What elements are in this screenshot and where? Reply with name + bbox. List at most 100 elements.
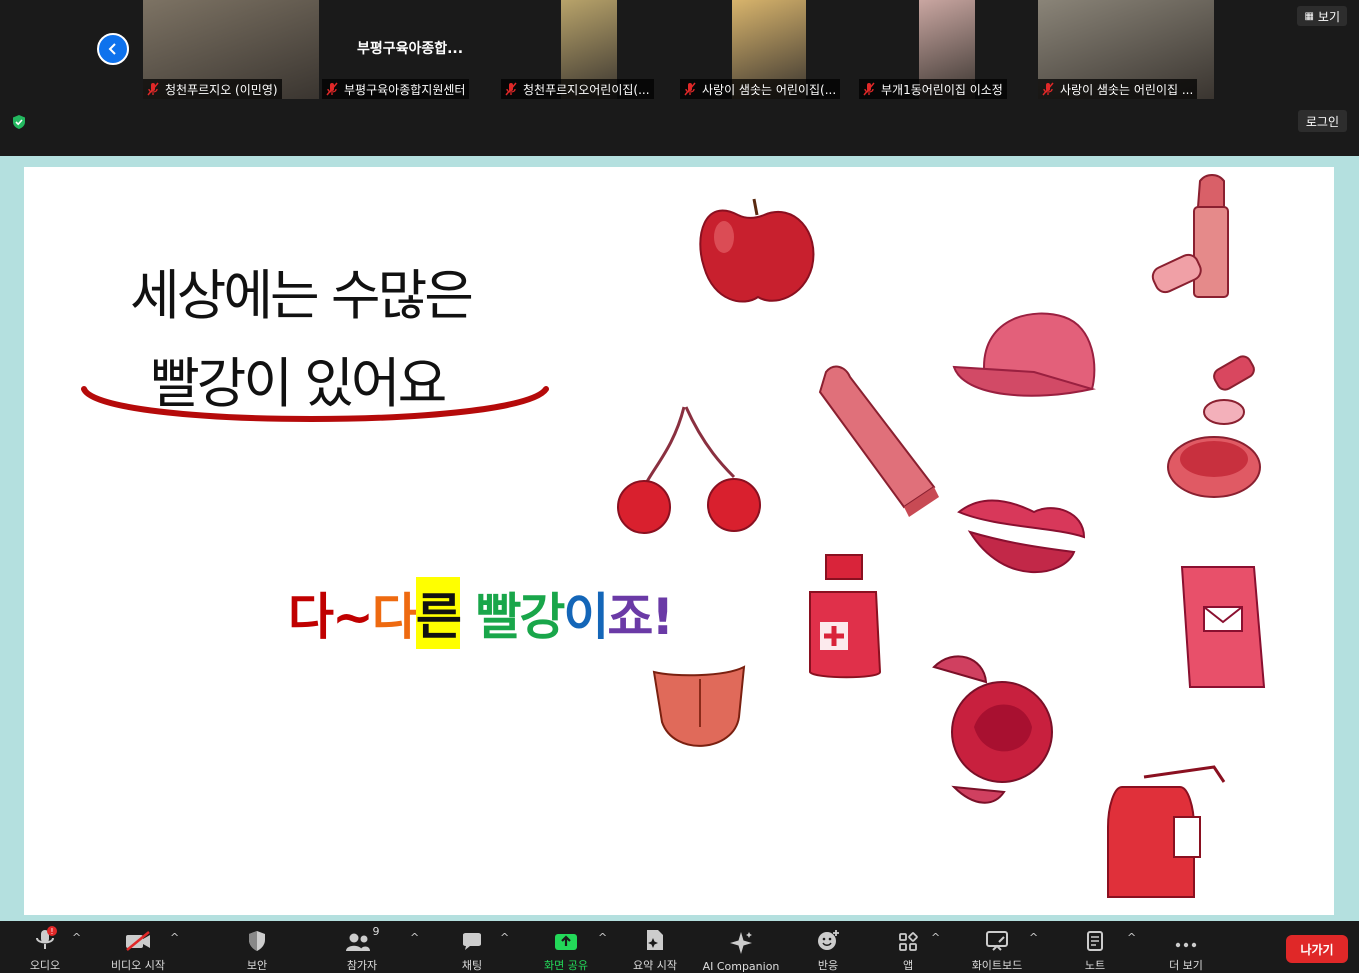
leave-button[interactable]: 나가기 xyxy=(1286,935,1348,963)
notes-button[interactable]: 노트 xyxy=(1081,921,1109,973)
share-label: 화면 공유 xyxy=(544,959,588,972)
cap-drawing xyxy=(952,312,1096,397)
view-label: 보기 xyxy=(1317,9,1340,24)
chevron-left-icon xyxy=(108,43,116,55)
rainbow-char: 이 xyxy=(563,588,609,646)
rainbow-char: 다 xyxy=(288,588,334,646)
participant-name: 청천푸르지오어린이집(... xyxy=(523,82,650,97)
mailbox-drawing xyxy=(1180,566,1266,688)
microphone-muted-icon: ! xyxy=(36,926,57,949)
apps-button[interactable]: 앱 xyxy=(895,921,921,973)
slide-title-line1: 세상에는 수많은 xyxy=(130,264,474,327)
ai-companion-label: AI Companion xyxy=(702,960,780,973)
shared-screen: 세상에는 수많은 빨강이 있어요 다~다른 빨강이죠! xyxy=(0,156,1359,921)
microphone-muted-icon xyxy=(1042,82,1054,96)
participant-nameplate: 사랑이 샘솟는 어린이집(... xyxy=(680,79,841,99)
crayon-drawing xyxy=(818,365,939,517)
audio-label: 오디오 xyxy=(29,959,61,972)
whiteboard-label: 화이트보드 xyxy=(971,959,1023,972)
participant-tile[interactable]: 청천푸르지오어린이집(... xyxy=(501,0,677,99)
video-caret-icon[interactable]: ^ xyxy=(170,931,179,944)
security-button[interactable]: 보안 xyxy=(240,921,274,973)
more-label: 더 보기 xyxy=(1169,959,1203,972)
audio-caret-icon[interactable]: ^ xyxy=(72,931,81,944)
rainbow-char: 른 xyxy=(415,577,462,649)
participants-label: 참가자 xyxy=(346,959,378,972)
microphone-muted-icon xyxy=(684,82,696,96)
participant-tile[interactable]: 부평구육아종합... 부평구육아종합지원센터 xyxy=(322,0,498,99)
participant-count: 9 xyxy=(372,925,380,938)
summary-button[interactable]: 요약 시작 xyxy=(628,921,682,973)
participant-nameplate: 청천푸르지오어린이집(... xyxy=(501,79,654,99)
red-objects-illustration xyxy=(617,174,1266,898)
rainbow-char: ~ xyxy=(332,588,374,646)
apps-label: 앱 xyxy=(902,959,914,972)
participant-center-name: 부평구육아종합... xyxy=(356,41,464,57)
chat-caret-icon[interactable]: ^ xyxy=(500,931,509,944)
notes-caret-icon[interactable]: ^ xyxy=(1127,931,1136,944)
whiteboard-button[interactable]: 화이트보드 xyxy=(964,921,1030,973)
gallery-prev-button[interactable] xyxy=(97,33,129,65)
gallery-strip: 청천푸르지오 (이민영) 부평구육아종합... 부평구육아종합지원센터 청천푸르지오어… xyxy=(0,0,1359,156)
security-label: 보안 xyxy=(246,959,268,972)
more-button[interactable]: 더 보기 xyxy=(1164,921,1208,973)
participant-nameplate: 부평구육아종합지원센터 xyxy=(322,79,470,99)
microphone-muted-icon xyxy=(326,82,338,96)
audio-button[interactable]: ! 오디오 xyxy=(26,921,64,973)
encryption-shield-icon[interactable] xyxy=(11,114,27,130)
participant-name: 청천푸르지오 (이민영) xyxy=(165,82,278,97)
compact-drawing xyxy=(1167,436,1261,498)
share-screen-button[interactable]: 화면 공유 xyxy=(538,921,594,973)
smiley-reaction-icon xyxy=(818,930,839,950)
red-underline-stroke xyxy=(81,386,549,422)
rainbow-char xyxy=(460,588,475,646)
more-dots-icon xyxy=(1175,942,1197,948)
chat-button[interactable]: 채팅 xyxy=(456,921,488,973)
rainbow-char: 강 xyxy=(519,588,565,646)
apps-grid-icon xyxy=(899,932,918,951)
participant-tile[interactable]: 부개1동어린이집 이소정 xyxy=(859,0,1035,99)
participant-nameplate: 청천푸르지오 (이민영) xyxy=(143,79,282,99)
view-button[interactable]: ▦ 보기 xyxy=(1297,6,1347,26)
svg-text:!: ! xyxy=(50,927,53,936)
video-label: 비디오 시작 xyxy=(110,959,166,972)
ai-companion-button[interactable]: AI Companion xyxy=(701,921,781,973)
cherries-drawing xyxy=(617,406,761,534)
participant-nameplate: 사랑이 샘솟는 어린이집 ... xyxy=(1038,79,1198,99)
video-off-icon xyxy=(126,931,150,951)
participant-nameplate: 부개1동어린이집 이소정 xyxy=(859,79,1007,99)
participant-tile[interactable]: 사랑이 샘솟는 어린이집(... xyxy=(680,0,856,99)
participant-tile[interactable]: 사랑이 샘솟는 어린이집 ... xyxy=(1038,0,1214,99)
sparkle-icon xyxy=(730,932,752,954)
lips-drawing xyxy=(957,499,1086,574)
participant-name: 부개1동어린이집 이소정 xyxy=(881,82,1003,97)
notes-icon xyxy=(1087,931,1103,951)
lipstick-drawing xyxy=(1151,174,1229,298)
participants-button[interactable]: 9 참가자 xyxy=(340,921,384,973)
participants-caret-icon[interactable]: ^ xyxy=(410,931,419,944)
login-button[interactable]: 로그인 xyxy=(1297,110,1347,132)
security-shield-icon xyxy=(249,931,265,951)
participant-tile[interactable]: 청천푸르지오 (이민영) xyxy=(143,0,319,99)
reactions-label: 반응 xyxy=(817,959,839,972)
grid-icon: ▦ xyxy=(1304,10,1314,22)
bottle-drawing xyxy=(809,554,882,679)
apps-caret-icon[interactable]: ^ xyxy=(931,931,940,944)
video-button[interactable]: 비디오 시작 xyxy=(104,921,172,973)
share-caret-icon[interactable]: ^ xyxy=(598,931,607,944)
participant-name: 부평구육아종합지원센터 xyxy=(344,82,466,97)
summary-label: 요약 시작 xyxy=(633,959,677,972)
chat-bubble-icon xyxy=(463,933,481,950)
rainbow-char: 빨 xyxy=(475,588,521,646)
summary-document-icon xyxy=(647,930,663,950)
whiteboard-caret-icon[interactable]: ^ xyxy=(1029,931,1038,944)
share-screen-icon xyxy=(555,934,577,950)
reactions-button[interactable]: 반응 xyxy=(813,921,843,973)
apple-drawing xyxy=(699,198,815,303)
participant-name: 사랑이 샘솟는 어린이집 ... xyxy=(1060,82,1194,97)
rainbow-char: 다 xyxy=(371,588,418,646)
stamp-drawing xyxy=(1203,355,1255,425)
participants-icon xyxy=(345,933,370,951)
presentation-slide: 세상에는 수많은 빨강이 있어요 다~다른 빨강이죠! xyxy=(24,167,1334,915)
meeting-toolbar: ! 오디오 ^ 비디오 시작 ^ 보안 9 참가자 ^ 채팅 ^ 화면 공유 ^… xyxy=(0,921,1359,973)
